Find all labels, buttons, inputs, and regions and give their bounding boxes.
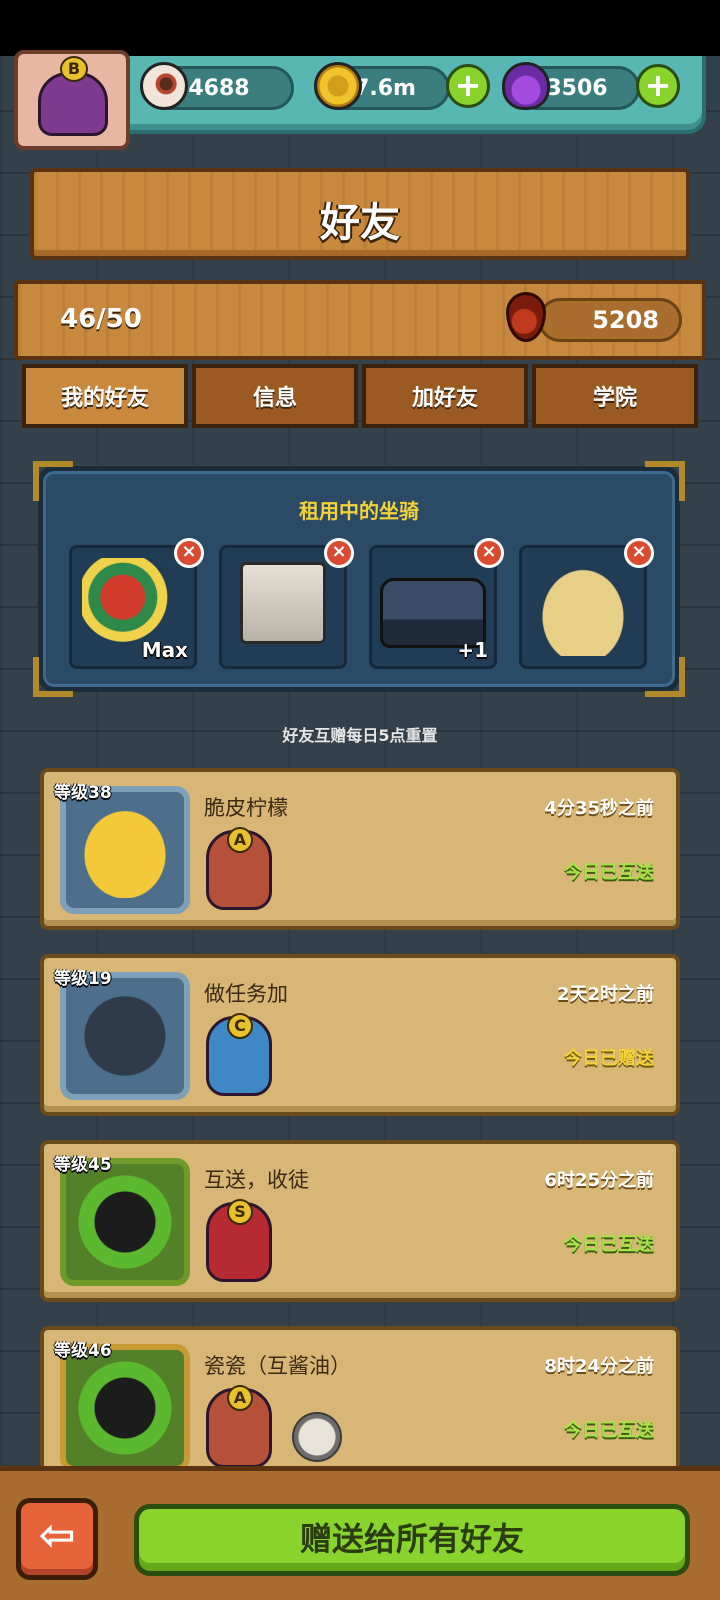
status-bar [0, 0, 720, 56]
friend-count: 46/50 [60, 304, 142, 334]
tab-messages[interactable]: 信息 [192, 364, 358, 428]
gift-status: 今日已互送 [564, 862, 654, 883]
friend-card[interactable]: 等级45 互送，收徒 6时25分之前 S 今日已互送 [40, 1140, 680, 1302]
bush-monster-avatar-icon [76, 1360, 174, 1456]
rank-letter: S [227, 1199, 253, 1225]
level-tag: 等级45 [54, 1155, 112, 1175]
machine-mount-icon [240, 562, 326, 644]
rank-letter: C [227, 1013, 253, 1039]
avatar [60, 786, 190, 914]
panel-corner [645, 657, 685, 697]
rank-letter: B [60, 56, 88, 82]
reset-note: 好友互赠每日5点重置 [282, 726, 438, 745]
friend-card[interactable]: 等级46 瓷瓷（互酱油） 8时24分之前 A 今日已互送 [40, 1326, 680, 1488]
mount-slot[interactable]: × [219, 538, 354, 669]
rank-emblem-icon: A [206, 1385, 272, 1468]
page-title: 好友 [320, 200, 400, 246]
last-online: 4分35秒之前 [544, 798, 654, 819]
resource-bar: 4688 7.6m + 3506 + [110, 56, 706, 134]
potion-icon [502, 62, 550, 110]
avatar [60, 1344, 190, 1472]
potions-value: 3506 [546, 75, 608, 101]
eyes-value: 4688 [188, 75, 250, 101]
gift-status: 今日已互送 [564, 1234, 654, 1255]
remove-mount-button[interactable]: × [324, 538, 354, 568]
remove-mount-button[interactable]: × [174, 538, 204, 568]
add-potions-button[interactable]: + [636, 64, 680, 108]
last-online: 6时25分之前 [544, 1170, 654, 1191]
mount-slot[interactable]: × +1 [369, 538, 504, 669]
mounts-title: 租用中的坐骑 [299, 499, 419, 523]
mount-slot[interactable]: × Max [69, 538, 204, 669]
panel-corner [33, 657, 73, 697]
level-tag: 等级19 [54, 969, 112, 989]
player-rank-badge[interactable]: B [14, 50, 130, 150]
gift-status: 今日已互送 [564, 1420, 654, 1441]
friend-name: 瓷瓷（互酱油） [204, 1354, 351, 1378]
eyeball-icon [140, 62, 188, 110]
tab-academy[interactable]: 学院 [532, 364, 698, 428]
rank-letter: A [227, 827, 253, 853]
ninja-avatar-icon [76, 988, 174, 1084]
gift-status: 今日已赠送 [564, 1048, 654, 1069]
tab-my-friends[interactable]: 我的好友 [22, 364, 188, 428]
rented-mounts-panel: 租用中的坐骑 × Max × × +1 × [33, 461, 685, 697]
title-plank: 好友 [30, 168, 690, 260]
remove-mount-button[interactable]: × [624, 538, 654, 568]
bush-monster-avatar-icon [76, 1174, 174, 1270]
rank-emblem-icon: S [206, 1199, 272, 1282]
last-online: 8时24分之前 [544, 1356, 654, 1377]
rank-emblem-icon: A [206, 827, 272, 910]
level-tag: 等级38 [54, 783, 112, 803]
friend-card[interactable]: 等级38 脆皮柠檬 4分35秒之前 A 今日已互送 [40, 768, 680, 930]
mount-slot[interactable]: × [519, 538, 654, 669]
rank-letter: A [227, 1385, 253, 1411]
level-tag: 等级46 [54, 1341, 112, 1361]
coin-icon [314, 62, 362, 110]
blood-drop-icon [506, 292, 546, 342]
friend-name: 做任务加 [204, 982, 288, 1006]
friend-name: 脆皮柠檬 [204, 796, 288, 820]
coins-value: 7.6m [354, 75, 416, 101]
lemon-avatar-icon [76, 802, 174, 898]
mount-tag: +1 [457, 638, 488, 662]
mount-tag: Max [141, 638, 188, 662]
add-coins-button[interactable]: + [446, 64, 490, 108]
tab-add-friend[interactable]: 加好友 [362, 364, 528, 428]
cloud-mount-icon [532, 558, 634, 656]
friend-tabs: 我的好友 信息 加好友 学院 [22, 364, 698, 428]
remove-mount-button[interactable]: × [474, 538, 504, 568]
avatar [60, 1158, 190, 1286]
last-online: 2天2时之前 [556, 984, 654, 1005]
back-button[interactable]: ⇦ [16, 1498, 98, 1580]
blood-counter: 5208 [538, 298, 682, 342]
gift-all-friends-button[interactable]: 赠送给所有好友 [134, 1504, 690, 1576]
rank-emblem-icon: C [206, 1013, 272, 1096]
friend-name: 互送，收徒 [204, 1168, 309, 1192]
info-plank: 46/50 5208 [14, 280, 706, 360]
mount-thumbnail-icon [292, 1412, 342, 1462]
avatar [60, 972, 190, 1100]
friend-card[interactable]: 等级19 做任务加 2天2时之前 C 今日已赠送 [40, 954, 680, 1116]
